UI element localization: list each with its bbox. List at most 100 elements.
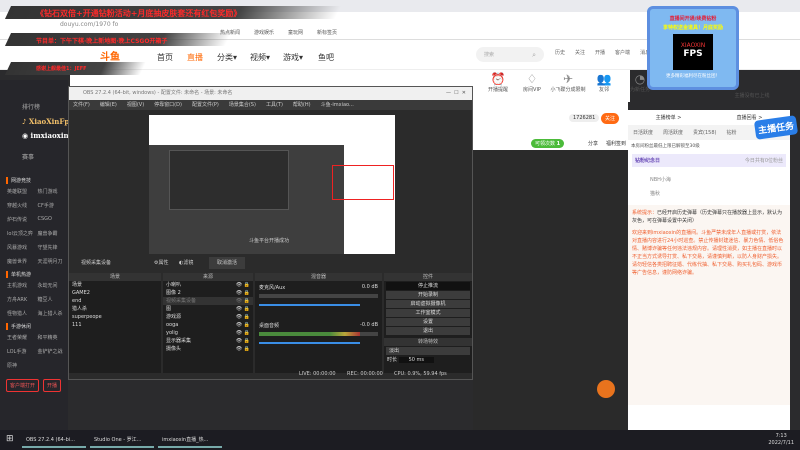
welfare-button[interactable]: 福利签到: [606, 140, 626, 147]
properties-button[interactable]: ⚙属性: [154, 257, 169, 269]
room-vip[interactable]: ♢ 房间VIP: [512, 72, 552, 93]
clock[interactable]: 7:13 2022/7/11: [768, 433, 794, 447]
visibility-lock-icons[interactable]: 👁 🔒: [236, 313, 250, 321]
obs-menu-item[interactable]: 编辑(E): [100, 100, 117, 110]
obs-menu-item[interactable]: 停靠窗口(D): [154, 100, 182, 110]
scene-item[interactable]: superpeope: [69, 313, 161, 321]
right-tab[interactable]: 贵宾(158): [688, 125, 721, 140]
control-button[interactable]: 启动虚拟摄像机: [386, 300, 470, 308]
obs-menu-item[interactable]: 帮助(H): [293, 100, 311, 110]
taskbar-studio-one[interactable]: Studio One - 罗江...: [90, 433, 154, 448]
anchor-rank-link[interactable]: 主播榜单 >: [656, 114, 682, 121]
visibility-lock-icons[interactable]: 👁 🔒: [236, 281, 250, 289]
obs-menu-item[interactable]: 斗鱼-imxiao...: [321, 100, 354, 110]
url-text[interactable]: douyu.com/1970 fo: [58, 21, 121, 28]
nav-video[interactable]: 视频▾: [250, 52, 270, 63]
sidebar-category-link[interactable]: 魔兽争霸: [38, 230, 69, 237]
obs-menu-item[interactable]: 文件(F): [73, 100, 90, 110]
sidebar-category-link[interactable]: 守望先锋: [38, 244, 69, 251]
source-item[interactable]: 摄像头 👁 🔒: [163, 345, 253, 353]
scene-item[interactable]: 111: [69, 321, 161, 329]
sidebar-category-link[interactable]: LOL手游: [7, 348, 38, 355]
scene-item[interactable]: GAME2: [69, 289, 161, 297]
control-button[interactable]: 工作室模式: [386, 309, 470, 317]
scene-item[interactable]: 场景: [69, 281, 161, 289]
duration-input[interactable]: 50 ms: [398, 357, 435, 363]
visibility-lock-icons[interactable]: 👁 🔒: [236, 329, 250, 337]
source-item[interactable]: 显示器采集 👁 🔒: [163, 337, 253, 345]
bookmark[interactable]: 新标签页: [317, 29, 337, 36]
source-item[interactable]: 图 👁 🔒: [163, 305, 253, 313]
right-tab[interactable]: 周活跃度: [658, 125, 688, 140]
ufo-item[interactable]: ✈ 小飞碟分成限制: [548, 72, 588, 93]
fan-user[interactable]: 猫秋: [650, 187, 768, 201]
sidebar-category-link[interactable]: 王者荣耀: [7, 334, 38, 341]
scene-item[interactable]: 猎人杀: [69, 305, 161, 313]
visibility-lock-icons[interactable]: 👁 🔒: [236, 345, 250, 353]
bookmark[interactable]: 童玩网: [288, 29, 303, 36]
taskbar-obs[interactable]: OBS 27.2.4 (64-bi...: [22, 433, 86, 448]
obs-menu-item[interactable]: 配置文件(P): [192, 100, 219, 110]
nav-games[interactable]: 游戏▾: [283, 52, 303, 63]
selection-box[interactable]: [332, 165, 394, 200]
sidebar-category-link[interactable]: 原神: [7, 362, 38, 369]
source-item[interactable]: 视频采集设备 👁 🔒: [163, 297, 253, 305]
start-live-side-button[interactable]: 开播: [43, 379, 62, 392]
nav-live[interactable]: 直播: [187, 52, 203, 63]
open-client-button[interactable]: 客户端打开: [6, 379, 40, 392]
control-button[interactable]: 开始录制: [386, 291, 470, 299]
sidebar-category-link[interactable]: 怪物猎人: [7, 310, 38, 317]
sidebar-category-link[interactable]: 方舟ARK: [7, 296, 38, 303]
right-tab[interactable]: 日活跃度: [628, 125, 658, 140]
follow-button[interactable]: 关注: [601, 113, 620, 124]
claim-badge[interactable]: 可领次数 1: [531, 139, 565, 148]
search-input[interactable]: 搜索 ⌕: [476, 47, 544, 62]
source-item[interactable]: yolig 👁 🔒: [163, 329, 253, 337]
client-button[interactable]: 客户端: [615, 49, 630, 56]
sidebar-category-link[interactable]: CF手游: [38, 202, 69, 209]
sidebar-category-link[interactable]: 英雄联盟: [7, 188, 38, 195]
follow-list-button[interactable]: 关注: [575, 49, 585, 56]
obs-menu-item[interactable]: 视图(V): [127, 100, 144, 110]
bookmark[interactable]: 游戏娱乐: [254, 29, 274, 36]
sidebar-category-link[interactable]: 热门游戏: [38, 188, 69, 195]
sidebar-category-link[interactable]: 主机游戏: [7, 282, 38, 289]
nav-category[interactable]: 分类▾: [217, 52, 237, 63]
sidebar-category-link[interactable]: CSGO: [38, 216, 69, 223]
douyu-logo[interactable]: 斗鱼: [100, 48, 120, 63]
gift-icon[interactable]: [597, 380, 615, 398]
scene-item[interactable]: end: [69, 297, 161, 305]
sidebar-category-link[interactable]: 海上猎人杀: [38, 310, 69, 317]
sidebar-category-link[interactable]: 金铲铲之战: [38, 348, 69, 355]
sidebar-category-link[interactable]: 风暴游戏: [7, 244, 38, 251]
share-button[interactable]: 分享: [588, 140, 598, 147]
nav-home[interactable]: 首页: [157, 52, 173, 63]
sidebar-category-link[interactable]: 天涯明月刀: [38, 258, 69, 265]
source-item[interactable]: 图像 2 👁 🔒: [163, 289, 253, 297]
obs-preview[interactable]: 斗鱼平台开播成功: [149, 115, 395, 254]
obs-menu-item[interactable]: 工具(T): [266, 100, 283, 110]
source-item[interactable]: ooga 👁 🔒: [163, 321, 253, 329]
visibility-lock-icons[interactable]: 👁 🔒: [236, 321, 250, 329]
nav-yuba[interactable]: 鱼吧: [318, 52, 334, 63]
sidebar-category-link[interactable]: 穿越火线: [7, 202, 38, 209]
start-live-button[interactable]: 开播: [595, 49, 605, 56]
control-button[interactable]: 退出: [386, 327, 470, 335]
right-tab[interactable]: 钻粉: [721, 125, 741, 140]
sidebar-category-link[interactable]: 炉石传说: [7, 216, 38, 223]
windows-start-icon[interactable]: ⊞: [6, 434, 14, 444]
taskbar-chrome[interactable]: imxiaoxin直播_热...: [158, 433, 222, 448]
fan-user[interactable]: NBH小海: [650, 173, 768, 187]
transition-select[interactable]: 淡出: [386, 347, 470, 355]
visibility-lock-icons[interactable]: 👁 🔒: [236, 289, 250, 297]
visibility-lock-icons[interactable]: 👁 🔒: [236, 297, 250, 305]
source-item[interactable]: 小喇叭 👁 🔒: [163, 281, 253, 289]
source-item[interactable]: 游戏源 👁 🔒: [163, 313, 253, 321]
friends-item[interactable]: 👥 友邻: [584, 72, 624, 93]
volume-slider[interactable]: [259, 304, 361, 306]
sidebar-category-link[interactable]: 糖豆人: [38, 296, 69, 303]
obs-menu-item[interactable]: 场景集合(S): [229, 100, 256, 110]
sidebar-category-link[interactable]: lol云顶之弈: [7, 230, 38, 237]
history-button[interactable]: 历史: [555, 49, 565, 56]
deactivate-button[interactable]: 取消激活: [209, 257, 246, 269]
